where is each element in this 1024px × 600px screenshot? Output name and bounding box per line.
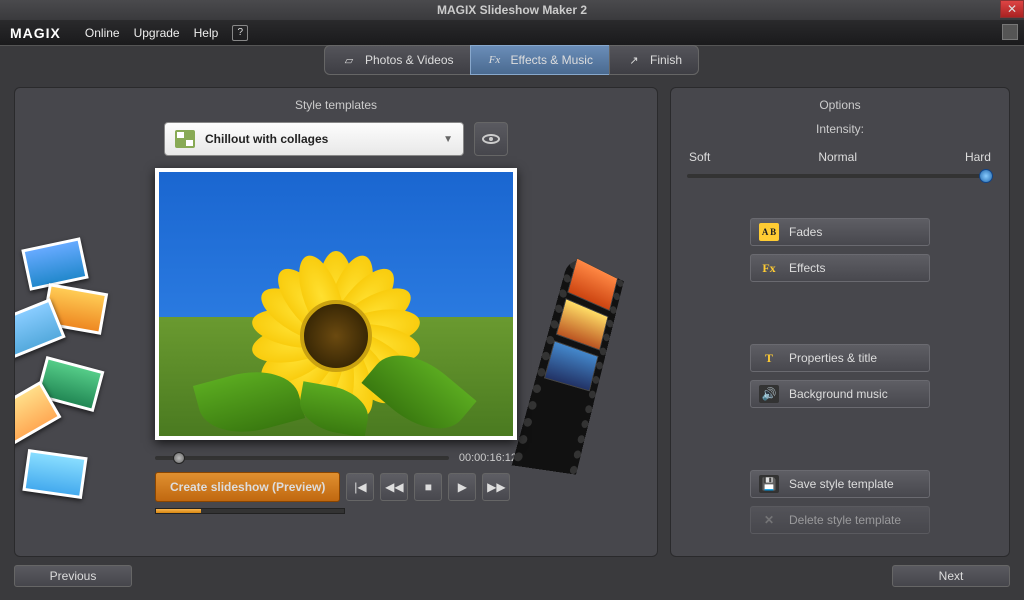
options-panel: Options Intensity: Soft Normal Hard A B … [670,87,1010,557]
render-progress [155,508,345,514]
intensity-scale: Soft Normal Hard [685,150,995,164]
menu-online[interactable]: Online [85,26,120,40]
step-tabs: ▱ Photos & Videos Fx Effects & Music ↗ F… [0,45,1024,75]
photos-icon: ▱ [341,52,357,68]
tab-label: Finish [650,53,682,67]
intensity-label: Intensity: [685,122,995,136]
menu-upgrade[interactable]: Upgrade [134,26,180,40]
fades-button[interactable]: A B Fades [750,218,930,246]
close-icon: ✕ [1007,2,1017,16]
fx-icon: Fx [759,259,779,277]
play-icon: ▶ [458,480,467,494]
tab-effects-music[interactable]: Fx Effects & Music [470,45,610,75]
fades-icon: A B [759,223,779,241]
play-button[interactable]: ▶ [448,473,476,501]
menubar: MAGIX Online Upgrade Help ? [0,20,1024,46]
timeline-track[interactable] [155,456,449,460]
preview-image [159,172,513,436]
fades-label: Fades [789,225,822,239]
stop-icon: ■ [425,480,432,494]
speaker-icon: 🔊 [759,385,779,403]
properties-label: Properties & title [789,351,877,365]
save-icon: 💾 [759,475,779,493]
delete-style-template-button[interactable]: ✕ Delete style template [750,506,930,534]
titlebar: MAGIX Slideshow Maker 2 ✕ [0,0,1024,20]
effects-label: Effects [789,261,825,275]
fx-icon: Fx [487,52,503,68]
brand-logo: MAGIX [10,25,71,41]
tab-label: Effects & Music [511,53,593,67]
create-label: Create slideshow (Preview) [170,480,325,494]
help-hint-icon[interactable]: ? [232,25,248,41]
timeline: 00:00:16:12 [155,452,517,464]
style-template-dropdown[interactable]: Chillout with collages ▼ [164,122,464,156]
finish-icon: ↗ [626,52,642,68]
delete-icon: ✕ [759,511,779,529]
preview-eye-button[interactable] [474,122,508,156]
timecode: 00:00:16:12 [459,452,517,464]
slideshow-preview [155,168,517,440]
tab-finish[interactable]: ↗ Finish [609,45,699,75]
create-slideshow-button[interactable]: Create slideshow (Preview) [155,472,340,502]
stop-button[interactable]: ■ [414,473,442,501]
intensity-thumb[interactable] [979,169,993,183]
dropdown-value: Chillout with collages [205,132,433,146]
save-style-template-button[interactable]: 💾 Save style template [750,470,930,498]
background-music-button[interactable]: 🔊 Background music [750,380,930,408]
timeline-thumb[interactable] [173,452,185,464]
music-label: Background music [789,387,888,401]
wizard-nav: Previous Next [0,557,1024,595]
skip-start-icon: |◀ [354,480,366,494]
collage-icon [175,130,195,148]
close-button[interactable]: ✕ [1000,0,1024,18]
intensity-soft: Soft [689,150,710,164]
style-templates-panel: Style templates Chillout with collages ▼ [14,87,658,557]
intensity-hard: Hard [965,150,991,164]
corner-button[interactable] [1002,24,1018,40]
rewind-icon: ◀◀ [385,480,403,494]
skip-start-button[interactable]: |◀ [346,473,374,501]
previous-button[interactable]: Previous [14,565,132,587]
tab-photos-videos[interactable]: ▱ Photos & Videos [324,45,471,75]
save-label: Save style template [789,477,894,491]
panel-title: Style templates [29,98,643,112]
window-title: MAGIX Slideshow Maker 2 [437,3,587,17]
effects-button[interactable]: Fx Effects [750,254,930,282]
eye-icon [482,134,500,144]
next-button[interactable]: Next [892,565,1010,587]
panel-title: Options [685,98,995,112]
chevron-down-icon: ▼ [443,134,453,145]
rewind-button[interactable]: ◀◀ [380,473,408,501]
intensity-slider[interactable] [687,174,993,178]
fast-forward-button[interactable]: ▶▶ [482,473,510,501]
title-icon: T [759,349,779,367]
fast-forward-icon: ▶▶ [487,480,505,494]
menu-help[interactable]: Help [194,26,219,40]
delete-label: Delete style template [789,513,901,527]
intensity-normal: Normal [818,150,857,164]
properties-title-button[interactable]: T Properties & title [750,344,930,372]
tab-label: Photos & Videos [365,53,454,67]
